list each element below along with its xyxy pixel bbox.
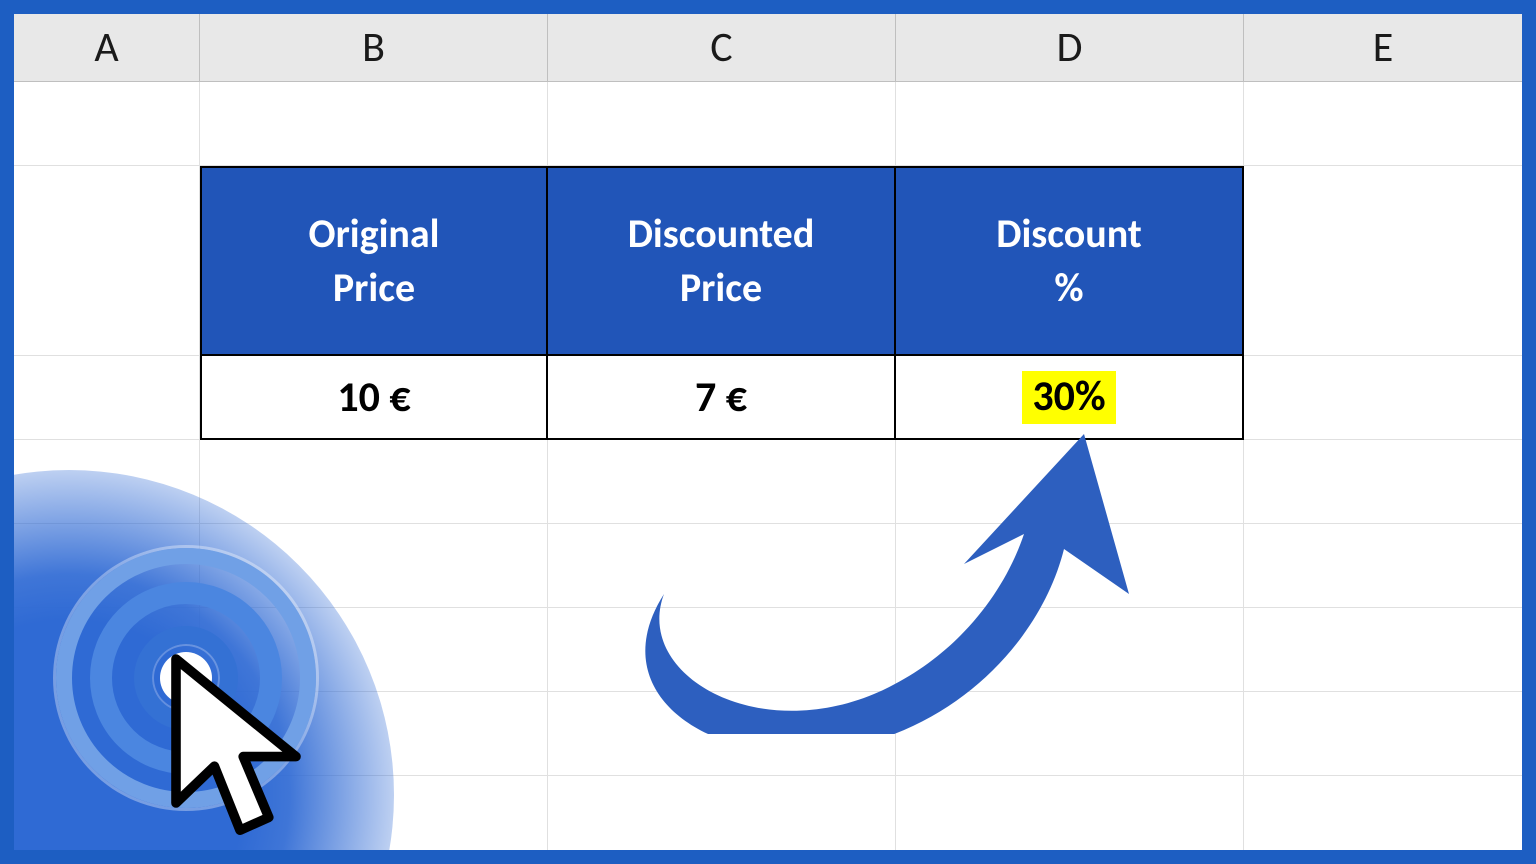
cell-a6[interactable]	[14, 608, 200, 692]
column-header-row: A B C D E	[14, 14, 1522, 82]
cell-b1[interactable]	[200, 82, 548, 166]
cell-value: 7 €	[695, 372, 747, 423]
row-8	[14, 776, 1522, 860]
cell-e2[interactable]	[1244, 166, 1522, 356]
header-label: Discounted Price	[628, 207, 815, 315]
row-7	[14, 692, 1522, 776]
row-2: Original Price Discounted Price Discount…	[14, 166, 1522, 356]
cell-c8[interactable]	[548, 776, 896, 860]
cell-e3[interactable]	[1244, 356, 1522, 440]
cell-e8[interactable]	[1244, 776, 1522, 860]
header-label: Discount %	[996, 207, 1141, 315]
cell-value: 10 €	[337, 372, 410, 423]
cell-a3[interactable]	[14, 356, 200, 440]
cell-d5[interactable]	[896, 524, 1244, 608]
col-header-d[interactable]: D	[896, 14, 1244, 82]
cell-b7[interactable]	[200, 692, 548, 776]
header-label: Original Price	[309, 207, 440, 315]
cell-e7[interactable]	[1244, 692, 1522, 776]
cell-b8[interactable]	[200, 776, 548, 860]
cell-original-price[interactable]: 10 €	[200, 356, 548, 440]
cell-b4[interactable]	[200, 440, 548, 524]
highlighted-value: 30%	[1022, 371, 1115, 424]
thumbnail-frame: A B C D E Original Price Discounted Pric…	[0, 0, 1536, 864]
row-5	[14, 524, 1522, 608]
cell-c1[interactable]	[548, 82, 896, 166]
spreadsheet-grid: A B C D E Original Price Discounted Pric…	[14, 14, 1522, 850]
col-header-b[interactable]: B	[200, 14, 548, 82]
header-original-price[interactable]: Original Price	[200, 166, 548, 356]
cell-e6[interactable]	[1244, 608, 1522, 692]
cell-b6[interactable]	[200, 608, 548, 692]
cell-d8[interactable]	[896, 776, 1244, 860]
cell-a2[interactable]	[14, 166, 200, 356]
row-6	[14, 608, 1522, 692]
cell-e1[interactable]	[1244, 82, 1522, 166]
cell-discounted-price[interactable]: 7 €	[548, 356, 896, 440]
cell-d7[interactable]	[896, 692, 1244, 776]
cell-a4[interactable]	[14, 440, 200, 524]
cell-d1[interactable]	[896, 82, 1244, 166]
row-3: 10 € 7 € 30%	[14, 356, 1522, 440]
header-discount-percent[interactable]: Discount %	[896, 166, 1244, 356]
row-1	[14, 82, 1522, 166]
cell-e4[interactable]	[1244, 440, 1522, 524]
cell-c7[interactable]	[548, 692, 896, 776]
cell-e5[interactable]	[1244, 524, 1522, 608]
cell-d4[interactable]	[896, 440, 1244, 524]
cell-d6[interactable]	[896, 608, 1244, 692]
cell-c4[interactable]	[548, 440, 896, 524]
row-4	[14, 440, 1522, 524]
cell-a7[interactable]	[14, 692, 200, 776]
col-header-e[interactable]: E	[1244, 14, 1522, 82]
cell-a5[interactable]	[14, 524, 200, 608]
col-header-c[interactable]: C	[548, 14, 896, 82]
header-discounted-price[interactable]: Discounted Price	[548, 166, 896, 356]
cell-a8[interactable]	[14, 776, 200, 860]
cell-c5[interactable]	[548, 524, 896, 608]
cell-b5[interactable]	[200, 524, 548, 608]
col-header-a[interactable]: A	[14, 14, 200, 82]
cell-discount-percent[interactable]: 30%	[896, 356, 1244, 440]
cell-c6[interactable]	[548, 608, 896, 692]
cell-a1[interactable]	[14, 82, 200, 166]
